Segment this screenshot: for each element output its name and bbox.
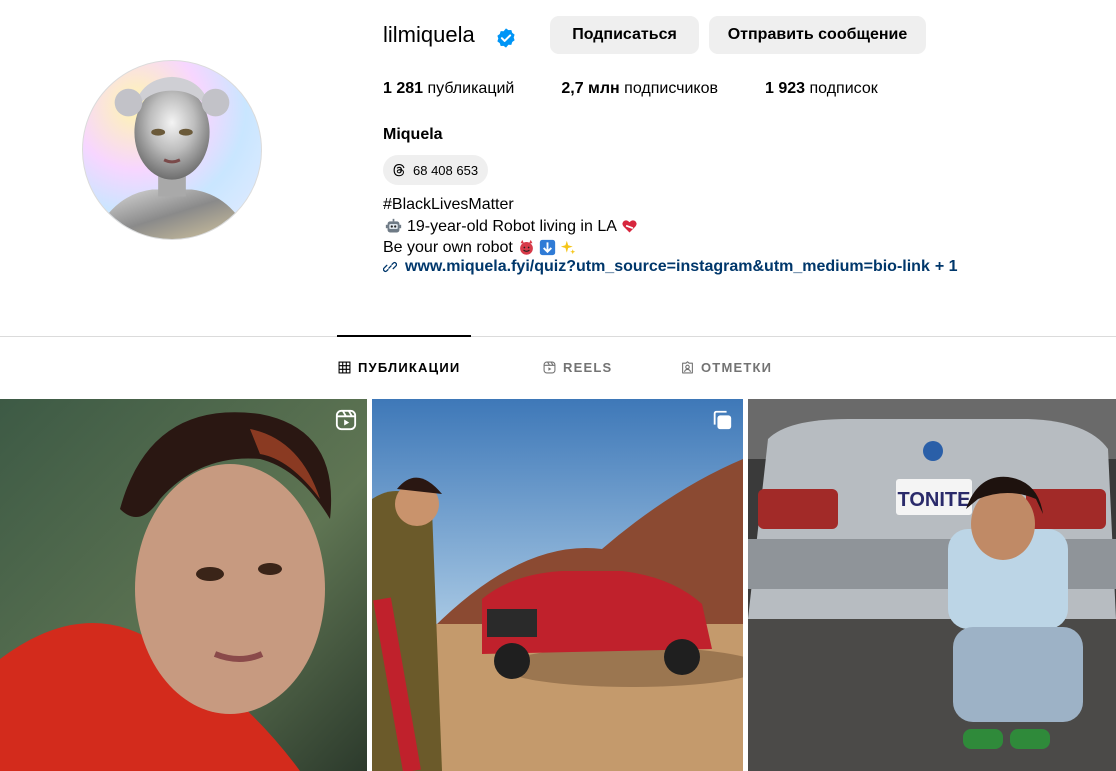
profile-stats: 1 281 публикаций 2,7 млн подписчиков 1 9…: [383, 80, 925, 98]
heart-mending-emoji-icon: [622, 220, 637, 233]
following-stat[interactable]: 1 923 подписок: [765, 80, 878, 98]
followers-label: подписчиков: [624, 80, 718, 97]
active-tab-indicator: [337, 335, 471, 337]
bio-line-be-robot: Be your own robot: [383, 237, 640, 259]
bio-link-more[interactable]: + 1: [935, 258, 958, 276]
verified-badge-icon: [497, 28, 515, 48]
bio-robot-text: 19-year-old Robot living in LA: [407, 217, 617, 235]
posts-stat: 1 281 публикаций: [383, 80, 514, 98]
send-message-button[interactable]: Отправить сообщение: [709, 16, 926, 54]
profile-bio: #BlackLivesMatter 19-year-old Robot livi…: [383, 194, 640, 259]
threads-count: 68 408 653: [413, 162, 479, 178]
bio-hashtag[interactable]: #BlackLivesMatter: [383, 194, 514, 216]
bio-link[interactable]: www.miquela.fyi/quiz?utm_source=instagra…: [383, 258, 958, 276]
post-image-portrait-red: [0, 399, 367, 771]
robot-emoji-icon: [385, 218, 402, 233]
tab-tagged[interactable]: ОТМЕТКИ: [681, 360, 772, 375]
profile-username: lilmiquela: [383, 22, 475, 47]
carousel-badge-icon: [713, 410, 732, 430]
grid-icon: [338, 361, 351, 374]
bio-be-robot-text: Be your own robot: [383, 239, 513, 256]
bio-line-hashtag: #BlackLivesMatter: [383, 194, 640, 216]
follow-button[interactable]: Подписаться: [550, 16, 699, 54]
tabs-divider: [0, 336, 1116, 337]
sparkles-emoji-icon: [560, 240, 576, 255]
profile-avatar[interactable]: [82, 60, 262, 240]
followers-stat[interactable]: 2,7 млн подписчиков: [561, 80, 718, 98]
bio-line-robot: 19-year-old Robot living in LA: [383, 216, 640, 238]
posts-label: публикаций: [427, 80, 515, 97]
link-icon: [383, 261, 397, 273]
posts-count: 1 281: [383, 80, 424, 97]
post-tile-2[interactable]: [372, 399, 743, 771]
bio-link-url[interactable]: www.miquela.fyi/quiz?utm_source=instagra…: [405, 258, 930, 276]
threads-icon: [393, 164, 405, 177]
threads-badge[interactable]: 68 408 653: [383, 155, 489, 185]
tab-posts-label: ПУБЛИКАЦИИ: [358, 360, 461, 375]
license-plate-text: TONITE: [898, 489, 971, 511]
post-tile-1[interactable]: [0, 399, 367, 771]
tab-posts[interactable]: ПУБЛИКАЦИИ: [338, 360, 460, 375]
post-tile-3[interactable]: TONITE: [748, 399, 1116, 771]
reel-badge-icon: [335, 409, 357, 431]
smiling-devil-emoji-icon: [519, 240, 533, 255]
tagged-icon: [682, 361, 693, 374]
following-label: подписок: [809, 80, 878, 97]
tab-reels-label: REELS: [563, 360, 613, 375]
profile-full-name: Miquela: [383, 126, 443, 143]
tab-reels[interactable]: REELS: [543, 360, 612, 375]
followers-count: 2,7 млн: [561, 80, 620, 97]
tab-tagged-label: ОТМЕТКИ: [701, 360, 773, 375]
post-image-bmw-parking: TONITE: [748, 399, 1116, 771]
following-count: 1 923: [765, 80, 806, 97]
post-image-car-desert: [372, 399, 743, 771]
reels-icon: [543, 361, 556, 374]
down-arrow-emoji-icon: [539, 240, 556, 256]
